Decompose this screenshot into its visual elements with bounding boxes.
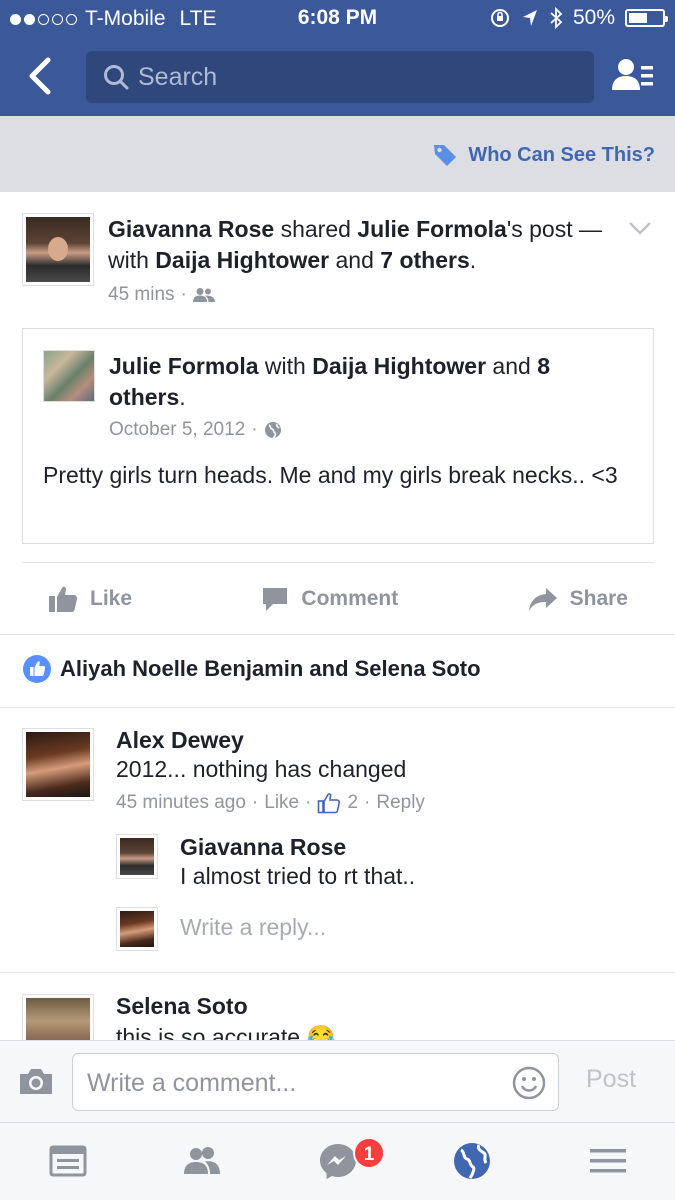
post-meta: 45 mins ·	[108, 284, 215, 306]
shared-author-name[interactable]: Julie Formola	[109, 353, 259, 379]
author-name[interactable]: Giavanna Rose	[108, 216, 274, 242]
tagged-name[interactable]: Daija Hightower	[155, 247, 329, 273]
search-icon	[104, 65, 129, 90]
likes-names: Aliyah Noelle Benjamin and Selena Soto	[60, 656, 481, 681]
top-header: T-Mobile LTE 6:08 PM 50%	[0, 0, 675, 116]
tag-icon	[434, 145, 457, 166]
thumbs-up-icon	[49, 586, 78, 612]
comment-time[interactable]: 45 minutes ago	[116, 792, 246, 814]
reply-author-name[interactable]: Giavanna Rose	[180, 834, 346, 861]
comment-button[interactable]: Comment	[235, 585, 424, 613]
comment-like-count-icon[interactable]	[317, 792, 341, 814]
comment-text: 2012... nothing has changed	[116, 756, 407, 782]
comment-like-count[interactable]: 2	[347, 792, 358, 814]
menu-icon[interactable]	[588, 1141, 628, 1181]
share-label: Share	[569, 586, 628, 610]
commenter-name[interactable]: Selena Soto	[116, 993, 248, 1020]
share-arrow-icon	[528, 587, 557, 611]
author-avatar[interactable]	[22, 213, 94, 286]
bluetooth-icon	[550, 7, 563, 29]
reply-avatar[interactable]	[116, 834, 158, 879]
who-can-see-label: Who Can See This?	[468, 143, 655, 166]
post-header: Giavanna Rose shared Julie Formola's pos…	[108, 214, 618, 276]
others-link[interactable]: 7 others	[380, 247, 469, 273]
my-avatar	[116, 907, 158, 951]
friend-requests-icon[interactable]	[611, 56, 655, 96]
comment-compose-bar: Post	[0, 1040, 675, 1122]
shared-post-card[interactable]: Julie Formola with Daija Hightower and 8…	[22, 328, 654, 544]
comment-meta-sep: ·	[364, 792, 371, 813]
who-can-see-link[interactable]: Who Can See This?	[432, 142, 655, 168]
shared-verb: shared	[274, 216, 358, 242]
like-button[interactable]: Like	[22, 585, 158, 613]
back-button[interactable]	[22, 56, 58, 96]
camera-icon[interactable]	[18, 1065, 54, 1097]
shared-tagged-name[interactable]: Daija Hightower	[312, 353, 486, 379]
comment-meta: 45 minutes ago · Like · 2 · Reply	[116, 792, 425, 814]
divider	[0, 634, 675, 635]
battery-icon	[625, 9, 668, 27]
shared-and-text: and	[486, 353, 538, 379]
commenter-avatar[interactable]	[22, 728, 94, 801]
divider	[0, 707, 675, 708]
original-author-name[interactable]: Julie Formola	[357, 216, 507, 242]
divider	[0, 972, 675, 973]
friend-requests-tab-icon[interactable]	[182, 1141, 222, 1181]
comment-label: Comment	[301, 586, 399, 610]
search-input[interactable]	[138, 62, 558, 92]
post-action-bar: Like Comment Share	[22, 562, 654, 634]
messenger-badge: 1	[353, 1137, 385, 1169]
shared-period-text: .	[179, 384, 186, 410]
friends-audience-icon[interactable]	[192, 287, 215, 303]
comment-bubble-icon	[263, 587, 288, 611]
shared-author-avatar[interactable]	[43, 350, 95, 402]
shared-post-header: Julie Formola with Daija Hightower and 8…	[109, 351, 629, 413]
notifications-globe-icon[interactable]	[452, 1141, 492, 1181]
shared-with-text: with	[258, 353, 313, 379]
news-feed-icon[interactable]	[48, 1141, 88, 1181]
post-comment-button[interactable]: Post	[586, 1065, 636, 1094]
reply-input[interactable]	[180, 914, 620, 941]
commenter-name[interactable]: Alex Dewey	[116, 727, 244, 754]
privacy-bar: Who Can See This?	[0, 116, 675, 192]
likes-summary[interactable]: Aliyah Noelle Benjamin and Selena Soto	[22, 654, 481, 684]
public-globe-icon[interactable]	[264, 421, 282, 439]
emoji-icon[interactable]	[512, 1066, 546, 1100]
like-reaction-icon	[23, 655, 51, 683]
and-text: and	[329, 247, 381, 273]
search-bar[interactable]	[86, 51, 594, 103]
status-right: 50%	[489, 6, 668, 30]
share-button[interactable]: Share	[502, 586, 654, 612]
rotation-lock-icon	[490, 9, 509, 27]
status-bar: T-Mobile LTE 6:08 PM 50%	[0, 0, 675, 38]
shared-meta-separator: ·	[251, 419, 258, 440]
post-options-chevron-icon[interactable]	[627, 218, 653, 238]
meta-separator: ·	[180, 284, 187, 305]
post-time[interactable]: 45 mins	[108, 284, 175, 306]
comment-meta-sep: ·	[251, 792, 259, 813]
battery-percent: 50%	[572, 6, 615, 29]
reply-text: I almost tried to rt that..	[180, 863, 416, 889]
shared-post-date[interactable]: October 5, 2012	[109, 419, 245, 441]
period-text: .	[469, 247, 477, 273]
location-icon	[522, 10, 537, 26]
comment-like-link[interactable]: Like	[264, 792, 299, 814]
bottom-tab-bar	[0, 1122, 675, 1200]
comment-field[interactable]	[72, 1053, 559, 1111]
comment-meta-sep: ·	[305, 792, 312, 813]
shared-post-text: Pretty girls turn heads. Me and my girls…	[43, 462, 618, 488]
shared-post-meta: October 5, 2012 ·	[109, 419, 282, 441]
possessive-text: 's	[506, 216, 523, 242]
messenger-icon[interactable]	[318, 1141, 358, 1181]
like-label: Like	[90, 586, 133, 610]
comment-reply-link[interactable]: Reply	[376, 792, 425, 814]
comment-input[interactable]	[87, 1066, 497, 1100]
